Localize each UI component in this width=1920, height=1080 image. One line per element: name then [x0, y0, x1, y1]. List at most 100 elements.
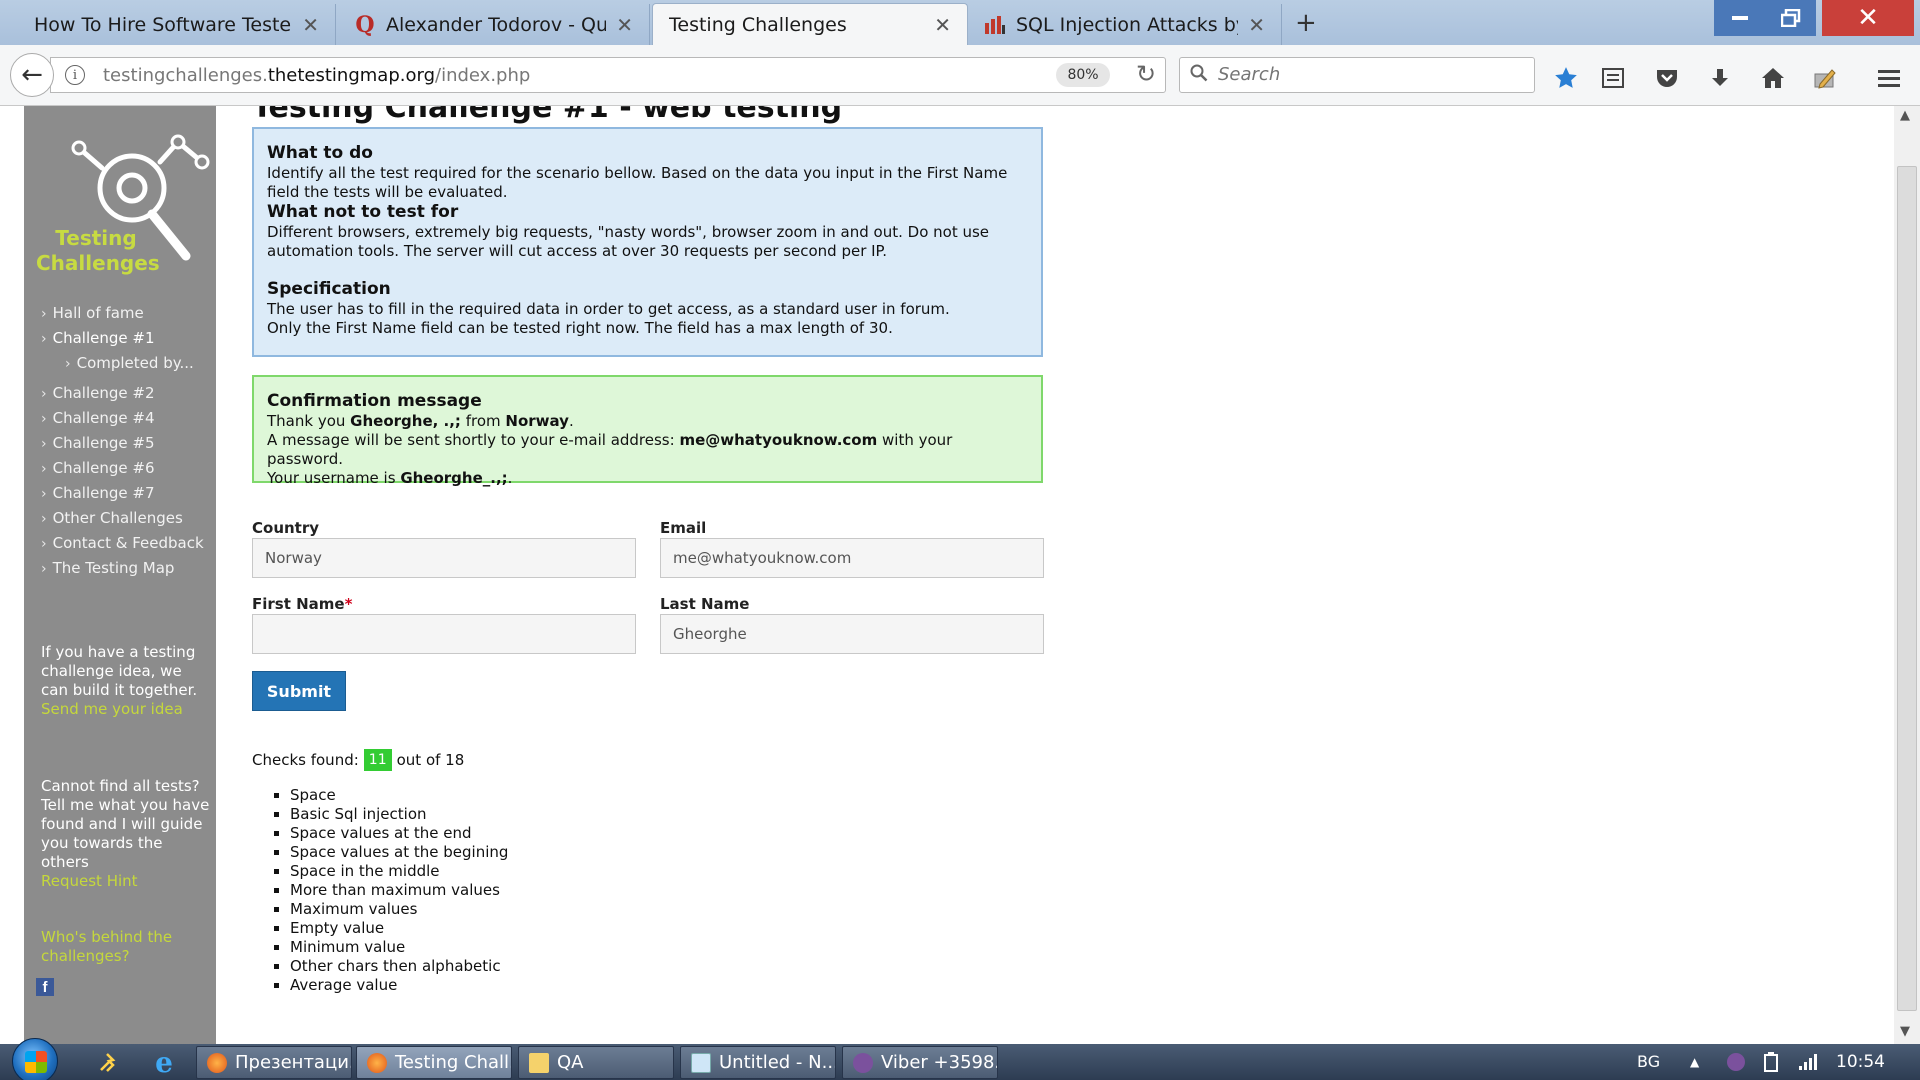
email-field[interactable]: [660, 538, 1044, 578]
scroll-down-icon[interactable]: ▼: [1900, 1024, 1910, 1039]
confirm-username: Gheorghe_.,;: [400, 469, 508, 487]
country-label: Country: [252, 519, 320, 537]
confirmation-box: Confirmation message Thank you Gheorghe,…: [252, 375, 1043, 487]
specification-line-2: Only the First Name field can be tested …: [267, 319, 893, 337]
browser-tab-bar: How To Hire Software Testers, ... ✕ Q Al…: [0, 0, 1920, 46]
list-item: Other chars then alphabetic: [290, 957, 508, 976]
confirm-user-suffix: .: [507, 469, 513, 487]
home-icon[interactable]: [1758, 63, 1788, 93]
sidebar-item-challenge-1[interactable]: › Challenge #1: [41, 329, 154, 347]
taskbar-item-label: Презентаци...: [235, 1052, 351, 1073]
sidebar-item-label: Challenge #7: [52, 484, 155, 502]
search-input[interactable]: [1218, 64, 1518, 85]
chevron-right-icon: ›: [41, 306, 47, 322]
minimize-icon: [1732, 16, 1748, 20]
behind-block: Who's behind the challenges?: [41, 928, 213, 966]
confirm-period: .: [568, 412, 574, 430]
search-bar[interactable]: [1179, 57, 1535, 93]
taskbar-item-viber[interactable]: Viber +3598...: [842, 1046, 998, 1079]
sidebar-item-other-challenges[interactable]: › Other Challenges: [41, 509, 183, 527]
taskbar-item-presentation[interactable]: Презентаци...: [196, 1046, 352, 1079]
sidebar: Testing Challenges › Hall of fame › Challe…: [24, 106, 216, 1044]
chart-icon: [984, 14, 1006, 36]
notepad-icon: [691, 1052, 711, 1073]
facebook-icon[interactable]: f: [36, 978, 54, 996]
tab-hire-testers[interactable]: How To Hire Software Testers, ... ✕: [18, 4, 336, 45]
tab-title: Alexander Todorov - Quora: [386, 13, 607, 36]
sidebar-item-challenge-2[interactable]: › Challenge #2: [41, 384, 154, 402]
tab-quora[interactable]: Q Alexander Todorov - Quora ✕: [338, 4, 650, 45]
network-signal-icon[interactable]: [1798, 1052, 1818, 1074]
confirm-name: Gheorghe, .,;: [350, 412, 461, 430]
sidebar-item-hall-of-fame[interactable]: › Hall of fame: [41, 304, 144, 322]
clock[interactable]: 10:54: [1836, 1052, 1885, 1072]
specification-line-1: The user has to fill in the required dat…: [267, 300, 950, 318]
submit-button[interactable]: Submit: [252, 671, 346, 711]
sidebar-item-contact-feedback[interactable]: › Contact & Feedback: [41, 534, 204, 552]
tab-testing-challenges[interactable]: Testing Challenges ✕: [652, 3, 968, 46]
what-not-text: Different browsers, extremely big reques…: [267, 223, 990, 260]
sidebar-item-label: Hall of fame: [52, 304, 144, 322]
scrollbar-thumb[interactable]: [1897, 166, 1917, 1011]
close-icon[interactable]: ✕: [302, 13, 319, 37]
sidebar-item-testing-map[interactable]: › The Testing Map: [41, 559, 174, 577]
first-name-field[interactable]: [252, 614, 636, 654]
sidebar-item-label: Challenge #5: [52, 434, 155, 452]
language-indicator[interactable]: BG: [1637, 1052, 1660, 1071]
download-icon[interactable]: [1705, 63, 1735, 93]
taskbar-item-qa-folder[interactable]: QA: [518, 1046, 674, 1079]
sidebar-item-challenge-4[interactable]: › Challenge #4: [41, 409, 154, 427]
sidebar-item-label: Challenge #4: [52, 409, 155, 427]
firefox-icon: [207, 1052, 227, 1073]
close-icon[interactable]: ✕: [616, 13, 633, 37]
back-button[interactable]: ←: [10, 53, 54, 97]
addon-icon[interactable]: [1810, 63, 1840, 93]
taskbar-item-notepad[interactable]: Untitled - N...: [680, 1046, 836, 1079]
chevron-right-icon: ›: [41, 511, 47, 527]
idea-text: If you have a testing challenge idea, we…: [41, 643, 198, 699]
info-icon[interactable]: i: [65, 65, 85, 85]
taskbar-item-testing-challenges[interactable]: Testing Chall...: [356, 1046, 512, 1079]
country-field[interactable]: [252, 538, 636, 578]
list-item: More than maximum values: [290, 881, 508, 900]
reload-icon[interactable]: ↻: [1136, 60, 1156, 88]
confirm-email: me@whatyouknow.com: [679, 431, 878, 449]
back-arrow-icon: ←: [21, 60, 43, 90]
restore-button[interactable]: [1766, 0, 1816, 36]
viber-tray-icon[interactable]: [1725, 1052, 1747, 1076]
minimize-button[interactable]: [1714, 0, 1766, 36]
taskbar-item-label: Testing Chall...: [395, 1052, 511, 1073]
sidebar-item-challenge-5[interactable]: › Challenge #5: [41, 434, 154, 452]
power-icon[interactable]: [1762, 1052, 1780, 1076]
whos-behind-link[interactable]: Who's behind the challenges?: [41, 928, 213, 966]
request-hint-link[interactable]: Request Hint: [41, 872, 213, 891]
first-name-label: First Name*: [252, 595, 352, 613]
close-icon[interactable]: ✕: [1248, 13, 1265, 37]
url-text[interactable]: testingchallenges.thetestingmap.org/inde…: [103, 65, 530, 86]
tab-sql-injection[interactable]: SQL Injection Attacks by Ex... ✕: [968, 4, 1282, 45]
vertical-scrollbar[interactable]: ▲ ▼: [1894, 106, 1920, 1044]
what-to-do-text: Identify all the test required for the s…: [267, 164, 1008, 201]
pocket-icon[interactable]: [1652, 63, 1682, 93]
taskbar-item-label: Viber +3598...: [881, 1052, 997, 1073]
close-icon[interactable]: ✕: [934, 13, 951, 37]
menu-icon[interactable]: [1874, 63, 1904, 93]
new-tab-button[interactable]: +: [1295, 8, 1317, 38]
what-not-heading: What not to test for: [267, 202, 459, 222]
scroll-up-icon[interactable]: ▲: [1900, 108, 1910, 123]
internet-explorer-icon[interactable]: e: [142, 1044, 186, 1080]
sidebar-item-challenge-6[interactable]: › Challenge #6: [41, 459, 154, 477]
last-name-field[interactable]: [660, 614, 1044, 654]
list-item: Basic Sql injection: [290, 805, 508, 824]
send-idea-link[interactable]: Send me your idea: [41, 700, 213, 719]
sidebar-item-challenge-7[interactable]: › Challenge #7: [41, 484, 154, 502]
bookmark-star-icon[interactable]: [1551, 63, 1581, 93]
start-button[interactable]: [12, 1038, 58, 1080]
show-hidden-icons-icon[interactable]: ▲: [1690, 1055, 1699, 1069]
bookmarks-list-icon[interactable]: [1598, 63, 1628, 93]
window-close-button[interactable]: ✕: [1822, 0, 1914, 36]
address-bar[interactable]: i testingchallenges.thetestingmap.org/in…: [50, 57, 1166, 93]
pinned-app-icon[interactable]: [88, 1044, 132, 1080]
sidebar-item-completed-by[interactable]: › Completed by...: [65, 354, 194, 372]
zoom-level-badge[interactable]: 80%: [1056, 63, 1110, 87]
